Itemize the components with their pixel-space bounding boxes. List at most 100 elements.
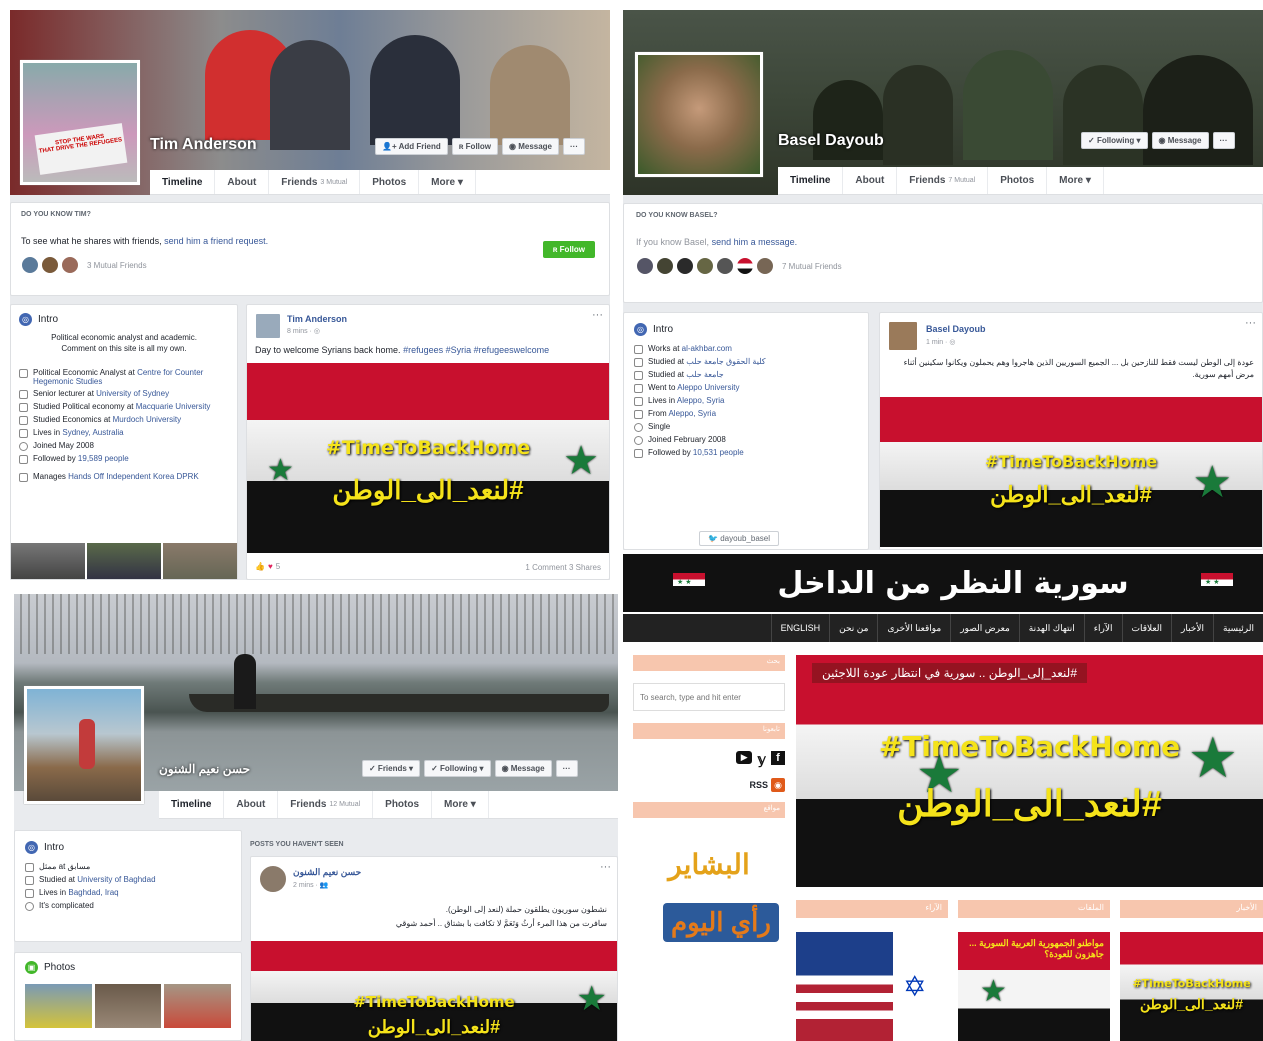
intro-from-link[interactable]: Aleppo, Syria — [668, 409, 716, 418]
tab-more[interactable]: More ▾ — [419, 170, 476, 194]
nav-item-gallery[interactable]: معرض الصور — [950, 614, 1019, 642]
hassan-profile-picture[interactable] — [24, 686, 144, 804]
tab-photos[interactable]: Photos — [373, 791, 433, 818]
message-button[interactable]: ◉ Message — [502, 138, 559, 155]
mutual-friend-avatar[interactable] — [676, 257, 694, 275]
follow-button[interactable]: ʀ Follow — [451, 138, 498, 155]
post-stats[interactable]: 1 Comment 3 Shares — [525, 563, 601, 572]
following-button[interactable]: ✓ Following ▾ — [424, 760, 491, 777]
tim-profile-picture[interactable]: STOP THE WARS THAT DRIVE THE REFUGEES — [20, 60, 140, 185]
category-news-header[interactable]: الأخبار — [1120, 900, 1263, 918]
mutual-friends-row[interactable]: 3 Mutual Friends — [21, 256, 599, 274]
post-author-name[interactable]: حسن نعيم الشنون — [293, 867, 361, 878]
follow-green-button[interactable]: ʀ Follow — [542, 241, 595, 258]
mutual-friend-avatar[interactable] — [61, 256, 79, 274]
intro-lives-link[interactable]: Aleppo, Syria — [677, 396, 725, 405]
profile-name[interactable]: حسن نعيم الشنون — [159, 762, 250, 776]
site-hero-image[interactable]: #لنعد_إلى_الوطن .. سورية في انتظار عودة … — [796, 655, 1263, 887]
tab-friends[interactable]: Friends 12 Mutual — [278, 791, 374, 818]
photo-thumb[interactable] — [25, 984, 92, 1028]
send-message-link[interactable]: send him a message. — [712, 237, 798, 247]
mutual-friend-avatar[interactable] — [21, 256, 39, 274]
rss-link[interactable]: RSS ◉ — [633, 778, 785, 792]
profile-name[interactable]: Tim Anderson — [150, 136, 257, 154]
partner-logo-albashayer[interactable]: البشاير — [633, 848, 785, 881]
article-thumb-syria-flag[interactable]: مواطنو الجمهورية العربية السورية ... جاه… — [958, 932, 1110, 1041]
intro-followers-link[interactable]: 19,589 people — [78, 454, 129, 463]
category-opinions-header[interactable]: الآراء — [796, 900, 948, 918]
post-author-avatar[interactable] — [888, 321, 918, 351]
intro-study1-link[interactable]: كلية الحقوق جامعة حلب — [686, 357, 765, 366]
mutual-friends-count[interactable]: 7 Mutual Friends — [782, 262, 842, 271]
post-author-avatar[interactable] — [255, 313, 281, 339]
tab-friends[interactable]: Friends 7 Mutual — [897, 167, 989, 194]
tab-friends[interactable]: Friends 3 Mutual — [269, 170, 361, 194]
post-author-name[interactable]: Basel Dayoub — [926, 324, 986, 334]
tab-timeline[interactable]: Timeline — [778, 167, 844, 194]
profile-name[interactable]: Basel Dayoub — [778, 132, 884, 150]
photo-thumb[interactable] — [164, 984, 232, 1028]
basel-profile-picture[interactable] — [635, 52, 763, 177]
facebook-icon[interactable]: f — [771, 751, 785, 765]
message-button[interactable]: ◉ Message — [1151, 132, 1209, 149]
intro-followers-link[interactable]: 10,531 people — [693, 448, 744, 457]
tab-more[interactable]: More ▾ — [1047, 167, 1104, 194]
intro-study-link[interactable]: University of Baghdad — [77, 875, 155, 884]
hero-headline[interactable]: #لنعد_إلى_الوطن .. سورية في انتظار عودة … — [812, 663, 1088, 683]
post-timestamp[interactable]: 2 mins · 👥 — [293, 881, 329, 889]
tab-more[interactable]: More ▾ — [432, 791, 489, 818]
photo-thumb[interactable] — [11, 543, 85, 579]
photo-thumb[interactable] — [94, 984, 162, 1028]
post-author-name[interactable]: Tim Anderson — [287, 314, 347, 324]
friends-button[interactable]: ✓ Friends ▾ — [362, 760, 421, 777]
nav-item-news[interactable]: الأخبار — [1170, 614, 1213, 642]
intro-lives-link[interactable]: Sydney, Australia — [62, 428, 123, 437]
message-button[interactable]: ◉ Message — [494, 760, 552, 777]
following-button[interactable]: ✓ Following ▾ — [1081, 132, 1148, 149]
search-input[interactable] — [633, 683, 785, 711]
site-logo-text[interactable]: سورية النظر من الداخل — [777, 566, 1128, 601]
nav-item-home[interactable]: الرئيسية — [1213, 614, 1263, 642]
twitter-icon[interactable]: 𝕪 — [757, 751, 766, 768]
post-campaign-image[interactable]: ★ #TimeToBackHome #لنعد_الى_الوطن — [880, 397, 1262, 547]
nav-item-about[interactable]: من نحن — [829, 614, 877, 642]
tab-about[interactable]: About — [215, 170, 270, 194]
photo-thumb[interactable] — [87, 543, 161, 579]
youtube-icon[interactable]: ▶ — [736, 751, 753, 764]
mutual-friend-avatar[interactable] — [41, 256, 59, 274]
nav-item-relations[interactable]: العلاقات — [1121, 614, 1171, 642]
mutual-friend-avatar[interactable] — [636, 257, 654, 275]
nav-item-english[interactable]: ENGLISH — [770, 614, 830, 642]
intro-work-link[interactable]: al-akhbar.com — [682, 344, 732, 353]
mutual-friend-avatar[interactable] — [696, 257, 714, 275]
nav-item-opinions[interactable]: الآراء — [1083, 614, 1122, 642]
nav-item-truce-violations[interactable]: انتهاك الهدنة — [1018, 614, 1084, 642]
post-options-icon[interactable]: ··· — [600, 861, 611, 873]
category-files-header[interactable]: الملفات — [958, 900, 1110, 918]
twitter-button[interactable]: 🐦 dayoub_basel — [699, 531, 780, 546]
post-timestamp[interactable]: 8 mins · ◎ — [287, 327, 320, 335]
intro-work2-link[interactable]: University of Sydney — [96, 389, 169, 398]
intro-study1-link[interactable]: Macquarie University — [136, 402, 211, 411]
photo-thumb[interactable] — [163, 543, 237, 579]
post-campaign-image[interactable]: ★ ★ #TimeToBackHome #لنعد_الى_الوطن — [247, 363, 609, 553]
mutual-friends-row[interactable]: 7 Mutual Friends — [636, 257, 1250, 275]
intro-study2-link[interactable]: جامعة حلب — [686, 370, 724, 379]
partner-logo-raialyoum[interactable]: رأي اليوم — [663, 903, 779, 942]
article-thumb-usa-israel[interactable]: ✡ — [796, 932, 948, 1041]
post-reactions[interactable]: 👍 ♥ 5 — [255, 562, 280, 571]
post-timestamp[interactable]: 1 min · ◎ — [926, 338, 955, 346]
tab-timeline[interactable]: Timeline — [150, 170, 216, 194]
more-options-button[interactable]: ··· — [555, 760, 578, 777]
tab-photos[interactable]: Photos — [360, 170, 420, 194]
intro-school-link[interactable]: Aleppo University — [677, 383, 739, 392]
tab-timeline[interactable]: Timeline — [159, 791, 225, 818]
photos-title[interactable]: Photos — [44, 962, 75, 973]
post-options-icon[interactable]: ··· — [1245, 317, 1256, 329]
post-campaign-image[interactable]: ★ #TimeToBackHome #لنعد_الى_الوطن — [251, 941, 617, 1041]
tab-photos[interactable]: Photos — [988, 167, 1048, 194]
post-options-icon[interactable]: ··· — [592, 309, 603, 321]
mutual-friends-count[interactable]: 3 Mutual Friends — [87, 261, 147, 270]
post-hashtags[interactable]: #refugees #Syria #refugeeswelcome — [403, 345, 549, 355]
nav-item-other-sites[interactable]: مواقعنا الأخرى — [877, 614, 950, 642]
